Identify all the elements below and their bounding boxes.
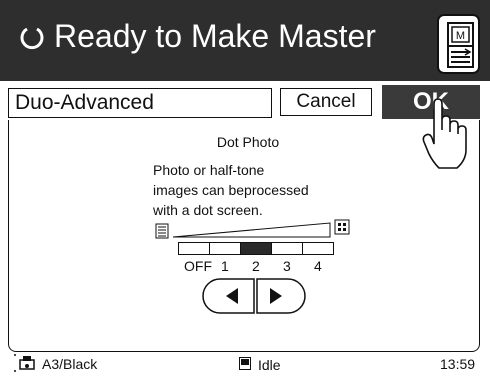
- machine-state: Idle: [258, 357, 281, 373]
- fine-dot-icon: [155, 223, 169, 239]
- description-line-2: images can beprocessed: [153, 182, 309, 198]
- description-line-1: Photo or half-tone: [153, 162, 265, 178]
- description-line-3: with a dot screen.: [153, 202, 263, 218]
- level-1: 1: [221, 258, 229, 274]
- selected-level-indicator: [241, 243, 271, 254]
- power-standby-icon: [18, 20, 46, 54]
- level-4: 4: [314, 258, 322, 274]
- cancel-button[interactable]: Cancel: [280, 88, 372, 116]
- master-making-icon: M: [447, 22, 474, 68]
- paper-tray-icon: [14, 352, 38, 374]
- level-3: 3: [283, 258, 291, 274]
- mode-label: Duo-Advanced: [15, 91, 154, 114]
- paper-status: A3/Black: [42, 356, 98, 372]
- dot-photo-title: Dot Photo: [216, 134, 280, 150]
- level-adjust-control: [202, 278, 306, 319]
- master-letter: M: [456, 30, 465, 42]
- coarse-dot-icon: [334, 219, 350, 235]
- clock: 13:59: [440, 356, 476, 372]
- level-off: OFF: [184, 258, 212, 274]
- increase-button[interactable]: [256, 278, 306, 314]
- master-making-button[interactable]: M: [437, 14, 480, 74]
- page-title: Ready to Make Master: [54, 18, 376, 54]
- pointing-hand-icon: [421, 92, 471, 183]
- level-2: 2: [252, 258, 260, 274]
- decrease-button[interactable]: [202, 278, 255, 314]
- machine-status-icon: [239, 357, 251, 370]
